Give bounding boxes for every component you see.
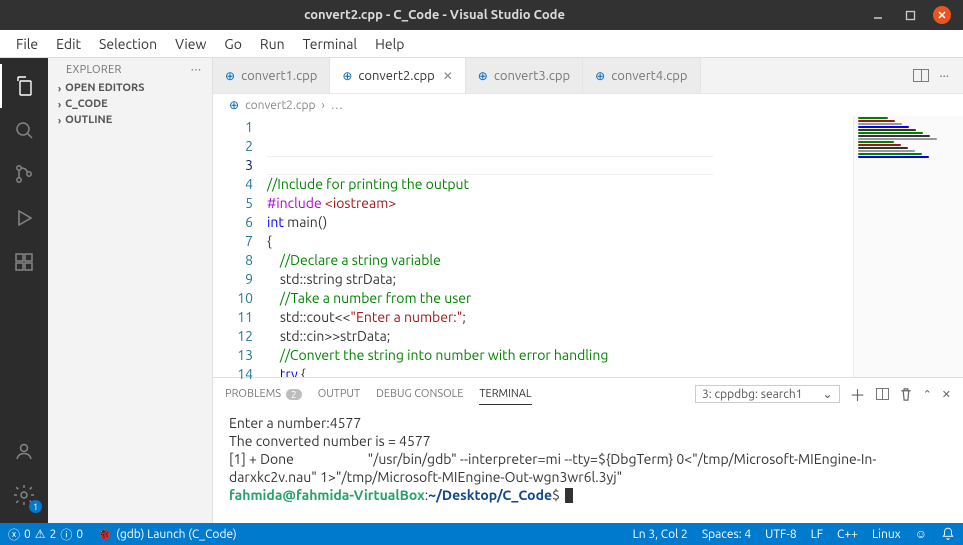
panel-tab-label: DEBUG CONSOLE: [376, 388, 463, 400]
sidebar-explorer: EXPLORER ··· › OPEN EDITORS › C_CODE › O…: [48, 58, 213, 523]
window-title: convert2.cpp - C_Code - Visual Studio Co…: [0, 8, 869, 22]
activitybar-explorer[interactable]: [0, 64, 48, 108]
status-problems[interactable]: ⓧ0 ⚠2 ⓘ0: [8, 526, 83, 543]
chevron-right-icon: ›: [321, 99, 324, 112]
cpp-file-icon: ⊕: [595, 69, 605, 83]
tab-label: convert1.cpp: [241, 69, 317, 83]
editor-tab[interactable]: ⊕ convert1.cpp: [213, 58, 330, 93]
tab-label: convert2.cpp: [358, 69, 434, 83]
tab-more-icon[interactable]: ···: [939, 69, 949, 83]
feedback-icon[interactable]: ☺: [915, 527, 927, 541]
sidebar-item-label: C_CODE: [65, 98, 108, 110]
editor-tab[interactable]: ⊕ convert3.cpp: [466, 58, 583, 93]
panel-tab-label: PROBLEMS: [225, 388, 281, 400]
sidebar-section-folder[interactable]: › C_CODE: [48, 96, 212, 112]
cpp-file-icon: ⊕: [342, 69, 352, 83]
cpp-file-icon: ⊕: [225, 69, 235, 83]
menu-selection[interactable]: Selection: [91, 34, 165, 54]
editor-tabs: ⊕ convert1.cpp ⊕ convert2.cpp ✕ ⊕ conver…: [213, 58, 963, 94]
panel-tab-output[interactable]: OUTPUT: [318, 384, 360, 404]
sidebar-section-outline[interactable]: › OUTLINE: [48, 112, 212, 128]
status-encoding[interactable]: UTF-8: [765, 528, 796, 541]
terminal-selector-label: 3: cppdbg: search1: [702, 388, 802, 401]
maximize-button[interactable]: [901, 6, 919, 24]
menubar: File Edit Selection View Go Run Terminal…: [0, 30, 963, 58]
panel-tab-terminal[interactable]: TERMINAL: [479, 384, 531, 405]
sidebar-title: EXPLORER: [66, 64, 122, 76]
tab-close-icon[interactable]: ✕: [443, 69, 453, 83]
statusbar: ⓧ0 ⚠2 ⓘ0 🐞 (gdb) Launch (C_Code) Ln 3, C…: [0, 523, 963, 545]
panel-tab-label: OUTPUT: [318, 388, 360, 400]
status-os[interactable]: Linux: [872, 528, 901, 541]
chevron-down-icon: ⌄: [822, 387, 832, 401]
sidebar-item-label: OPEN EDITORS: [65, 82, 144, 94]
sidebar-section-open-editors[interactable]: › OPEN EDITORS: [48, 80, 212, 96]
chevron-right-icon: ›: [58, 99, 61, 110]
status-eol[interactable]: LF: [811, 528, 823, 541]
warning-icon: ⚠: [35, 527, 46, 541]
kill-terminal-icon[interactable]: [899, 387, 913, 402]
editor-tab[interactable]: ⊕ convert2.cpp ✕: [330, 58, 465, 93]
activitybar-search[interactable]: [0, 108, 48, 152]
line-gutter: 1234567891011121314: [213, 116, 267, 377]
code-content[interactable]: //Include for printing the output#includ…: [267, 116, 853, 377]
menu-view[interactable]: View: [167, 34, 214, 54]
notifications-icon[interactable]: [941, 527, 955, 541]
panel-tab-label: TERMINAL: [479, 388, 531, 400]
problems-count-badge: 2: [286, 389, 302, 400]
terminal-selector[interactable]: 3: cppdbg: search1 ⌄: [695, 385, 840, 403]
info-icon: ⓘ: [60, 526, 72, 543]
split-editor-icon[interactable]: [913, 69, 929, 82]
cpp-file-icon: ⊕: [229, 98, 239, 112]
panel-tab-debug-console[interactable]: DEBUG CONSOLE: [376, 384, 463, 404]
current-line-highlight: [267, 156, 713, 175]
breadcrumb[interactable]: ⊕ convert2.cpp › …: [213, 94, 963, 116]
breadcrumb-file: convert2.cpp: [245, 99, 315, 112]
chevron-right-icon: ›: [58, 83, 61, 94]
settings-badge: 1: [29, 500, 42, 513]
editor-tab[interactable]: ⊕ convert4.cpp: [583, 58, 700, 93]
split-terminal-icon[interactable]: [876, 388, 889, 400]
close-panel-icon[interactable]: ✕: [942, 388, 951, 401]
panel: PROBLEMS 2 OUTPUT DEBUG CONSOLE TERMINAL…: [213, 377, 963, 523]
status-language[interactable]: C++: [837, 528, 858, 541]
debug-icon: 🐞: [97, 527, 112, 541]
new-terminal-icon[interactable]: ＋: [850, 382, 866, 406]
cpp-file-icon: ⊕: [478, 69, 488, 83]
error-icon: ⓧ: [8, 526, 20, 543]
terminal-content[interactable]: Enter a number:4577The converted number …: [213, 410, 963, 523]
tab-label: convert4.cpp: [611, 69, 687, 83]
sidebar-item-label: OUTLINE: [65, 114, 112, 126]
activitybar: 1: [0, 58, 48, 523]
menu-terminal[interactable]: Terminal: [295, 34, 366, 54]
activitybar-settings[interactable]: 1: [0, 473, 48, 517]
status-launch-config[interactable]: 🐞 (gdb) Launch (C_Code): [97, 527, 237, 541]
tab-label: convert3.cpp: [494, 69, 570, 83]
panel-tab-problems[interactable]: PROBLEMS 2: [225, 384, 302, 404]
status-cursor-pos[interactable]: Ln 3, Col 2: [633, 528, 688, 541]
status-indentation[interactable]: Spaces: 4: [702, 528, 751, 541]
menu-file[interactable]: File: [8, 34, 46, 54]
activitybar-run-debug[interactable]: [0, 196, 48, 240]
breadcrumb-more: …: [331, 99, 343, 112]
minimap[interactable]: [853, 116, 963, 377]
sidebar-more-icon[interactable]: ···: [191, 64, 202, 76]
activitybar-extensions[interactable]: [0, 240, 48, 284]
close-window-button[interactable]: [933, 6, 951, 24]
activitybar-accounts[interactable]: [0, 429, 48, 473]
menu-run[interactable]: Run: [252, 34, 293, 54]
code-editor[interactable]: 1234567891011121314 //Include for printi…: [213, 116, 963, 377]
menu-go[interactable]: Go: [216, 34, 249, 54]
maximize-panel-icon[interactable]: ⌃: [923, 388, 932, 401]
menu-help[interactable]: Help: [367, 34, 412, 54]
minimize-button[interactable]: [869, 6, 887, 24]
activitybar-source-control[interactable]: [0, 152, 48, 196]
window-titlebar: convert2.cpp - C_Code - Visual Studio Co…: [0, 0, 963, 30]
chevron-right-icon: ›: [58, 115, 61, 126]
menu-edit[interactable]: Edit: [48, 34, 89, 54]
